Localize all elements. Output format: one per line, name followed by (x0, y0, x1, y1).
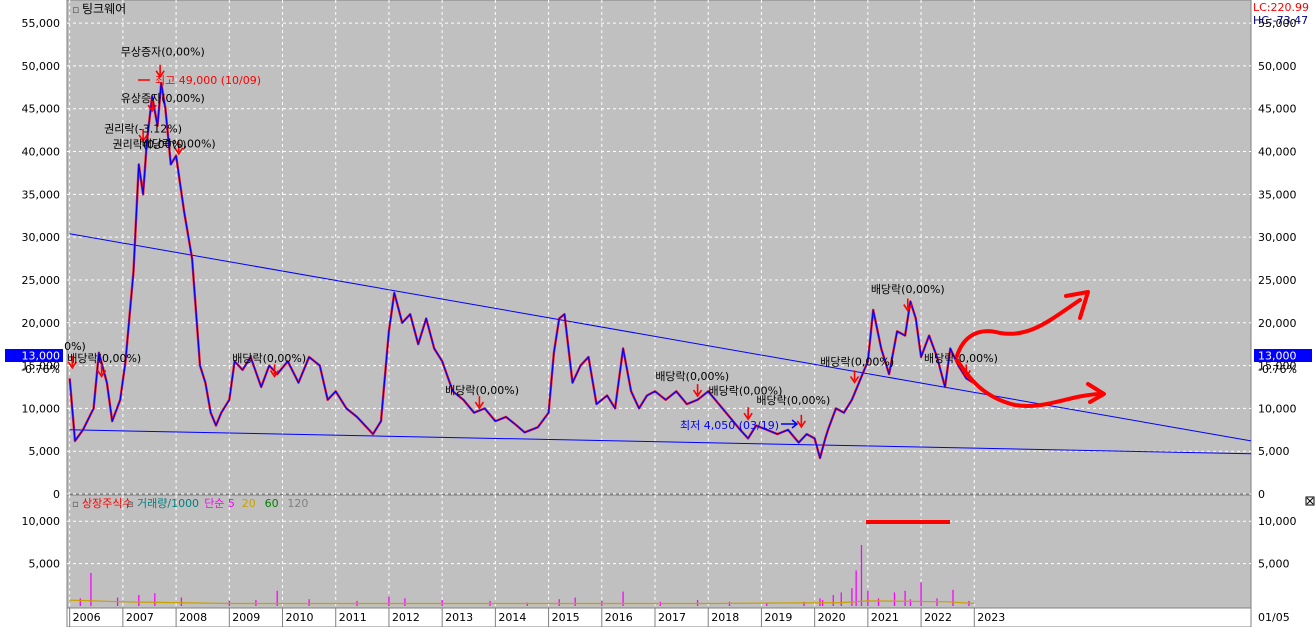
price-tick-label: 50,000 (22, 60, 61, 73)
price-tick-label: 0 (53, 488, 60, 501)
lc-value: LC:220.99 (1253, 1, 1309, 14)
volume-legend-item: 상장주식수 (82, 497, 133, 510)
price-tick-label: 25,000 (22, 274, 61, 287)
event-label: 배당락(0,00%) (655, 370, 729, 383)
event-label: 무상증자(0,00%) (121, 46, 205, 59)
x-tick-label: 2016 (605, 611, 633, 624)
price-tick-label-right: 0 (1258, 488, 1265, 501)
x-tick-label: 2010 (286, 611, 314, 624)
x-tick-label: 2007 (126, 611, 154, 624)
volume-tick-label: 5,000 (29, 558, 61, 571)
x-tick-label: 2023 (977, 611, 1005, 624)
price-tick-label: 5,000 (29, 445, 61, 458)
price-tick-label-right: 50,000 (1258, 60, 1297, 73)
event-label: 권리락(-3.12%) (104, 123, 182, 136)
stock-chart[interactable]: 05,00010,00015,00020,00025,00030,00035,0… (0, 0, 1316, 628)
x-tick-label: 2020 (818, 611, 846, 624)
x-tick-label: 2009 (232, 611, 260, 624)
price-tick-label-right: 45,000 (1258, 103, 1297, 116)
legend-box-icon: ▫ (72, 499, 79, 510)
price-left-axis: 05,00010,00015,00020,00025,00030,00035,0… (22, 17, 61, 501)
event-label: 배당락(0,00%) (756, 394, 830, 407)
volume-legend: ▫ 상장주식수▫ 거래량/1000 단순 5 20 60 120 (72, 497, 308, 510)
price-right-axis: 05,00010,00015,00020,00025,00030,00035,0… (1258, 17, 1297, 501)
hc-value: HC:-73.47 (1253, 14, 1308, 27)
price-tick-label-right: 40,000 (1258, 146, 1297, 159)
chart-title: 팅크웨어 (82, 2, 126, 16)
price-tick-label-right: 30,000 (1258, 231, 1297, 244)
current-change-right: -0.76% (1258, 363, 1297, 376)
volume-legend-item: 20 (242, 497, 256, 510)
volume-legend-item: 거래량/1000 (137, 497, 199, 510)
event-label: 0%) (64, 340, 86, 353)
price-tick-label: 20,000 (22, 317, 61, 330)
price-tick-label: 10,000 (22, 402, 61, 415)
x-tick-label: 2015 (552, 611, 580, 624)
x-tick-label: 2013 (445, 611, 473, 624)
event-label: 권리락(0,00%) (113, 138, 187, 151)
price-tick-label: 35,000 (22, 188, 61, 201)
event-label: 배당락(0,00%) (445, 384, 519, 397)
current-price-left: 13,000 (22, 350, 61, 363)
volume-right-axis: 5,000 10,000 (1258, 515, 1297, 570)
current-change-left: -0.76% (21, 363, 60, 376)
price-tick-label: 45,000 (22, 103, 61, 116)
x-tick-label: 2017 (658, 611, 686, 624)
event-label: 유상증자(0,00%) (121, 92, 205, 105)
price-tick-label-right: 20,000 (1258, 317, 1297, 330)
event-label: 배당락(0,00%) (871, 283, 945, 296)
x-tick-label: 2008 (179, 611, 207, 624)
price-tick-label-right: 5,000 (1258, 445, 1290, 458)
current-price-right: 13,000 (1258, 350, 1297, 363)
x-tick-label: 2012 (392, 611, 420, 624)
price-tick-label: 30,000 (22, 231, 61, 244)
x-tick-label: 2006 (73, 611, 101, 624)
volume-panel[interactable] (66, 494, 1252, 609)
x-tick-label: 2022 (924, 611, 952, 624)
volume-legend-item: 단순 5 (204, 497, 235, 510)
x-tick-label: 2019 (764, 611, 792, 624)
event-label: 배당락(0,00%) (820, 356, 894, 369)
max-price-note: 최고 49,000 (10/09) (155, 74, 261, 87)
right-date-label: 01/05 (1258, 611, 1290, 624)
volume-legend-item: 60 (265, 497, 279, 510)
volume-legend-item: 120 (287, 497, 308, 510)
chart-window: 0 5,000 10,000 15,000 20,000 25,000 30,000 35,0… (0, 0, 1316, 628)
price-tick-label-right: 10,000 (1258, 402, 1297, 415)
price-tick-label-right: 25,000 (1258, 274, 1297, 287)
legend-box-icon: ▫ (127, 499, 134, 510)
x-tick-label: 2018 (711, 611, 739, 624)
volume-tick-label-right: 5,000 (1258, 558, 1290, 571)
event-label: 배당락(0,00%) (67, 352, 141, 365)
volume-left-axis: 5,000 10,000 (22, 515, 61, 570)
price-tick-label: 55,000 (22, 17, 61, 30)
min-price-note: 최저 4,050 (03/19) (680, 419, 779, 432)
x-tick-label: 2021 (871, 611, 899, 624)
x-tick-label: 2011 (339, 611, 367, 624)
volume-tick-label: 10,000 (22, 515, 61, 528)
x-tick-label: 2014 (498, 611, 526, 624)
title-box-icon: ▫ (72, 3, 79, 16)
price-tick-label-right: 35,000 (1258, 188, 1297, 201)
event-label: 배당락(0,00%) (232, 352, 306, 365)
volume-tick-label-right: 10,000 (1258, 515, 1297, 528)
price-tick-label: 40,000 (22, 146, 61, 159)
